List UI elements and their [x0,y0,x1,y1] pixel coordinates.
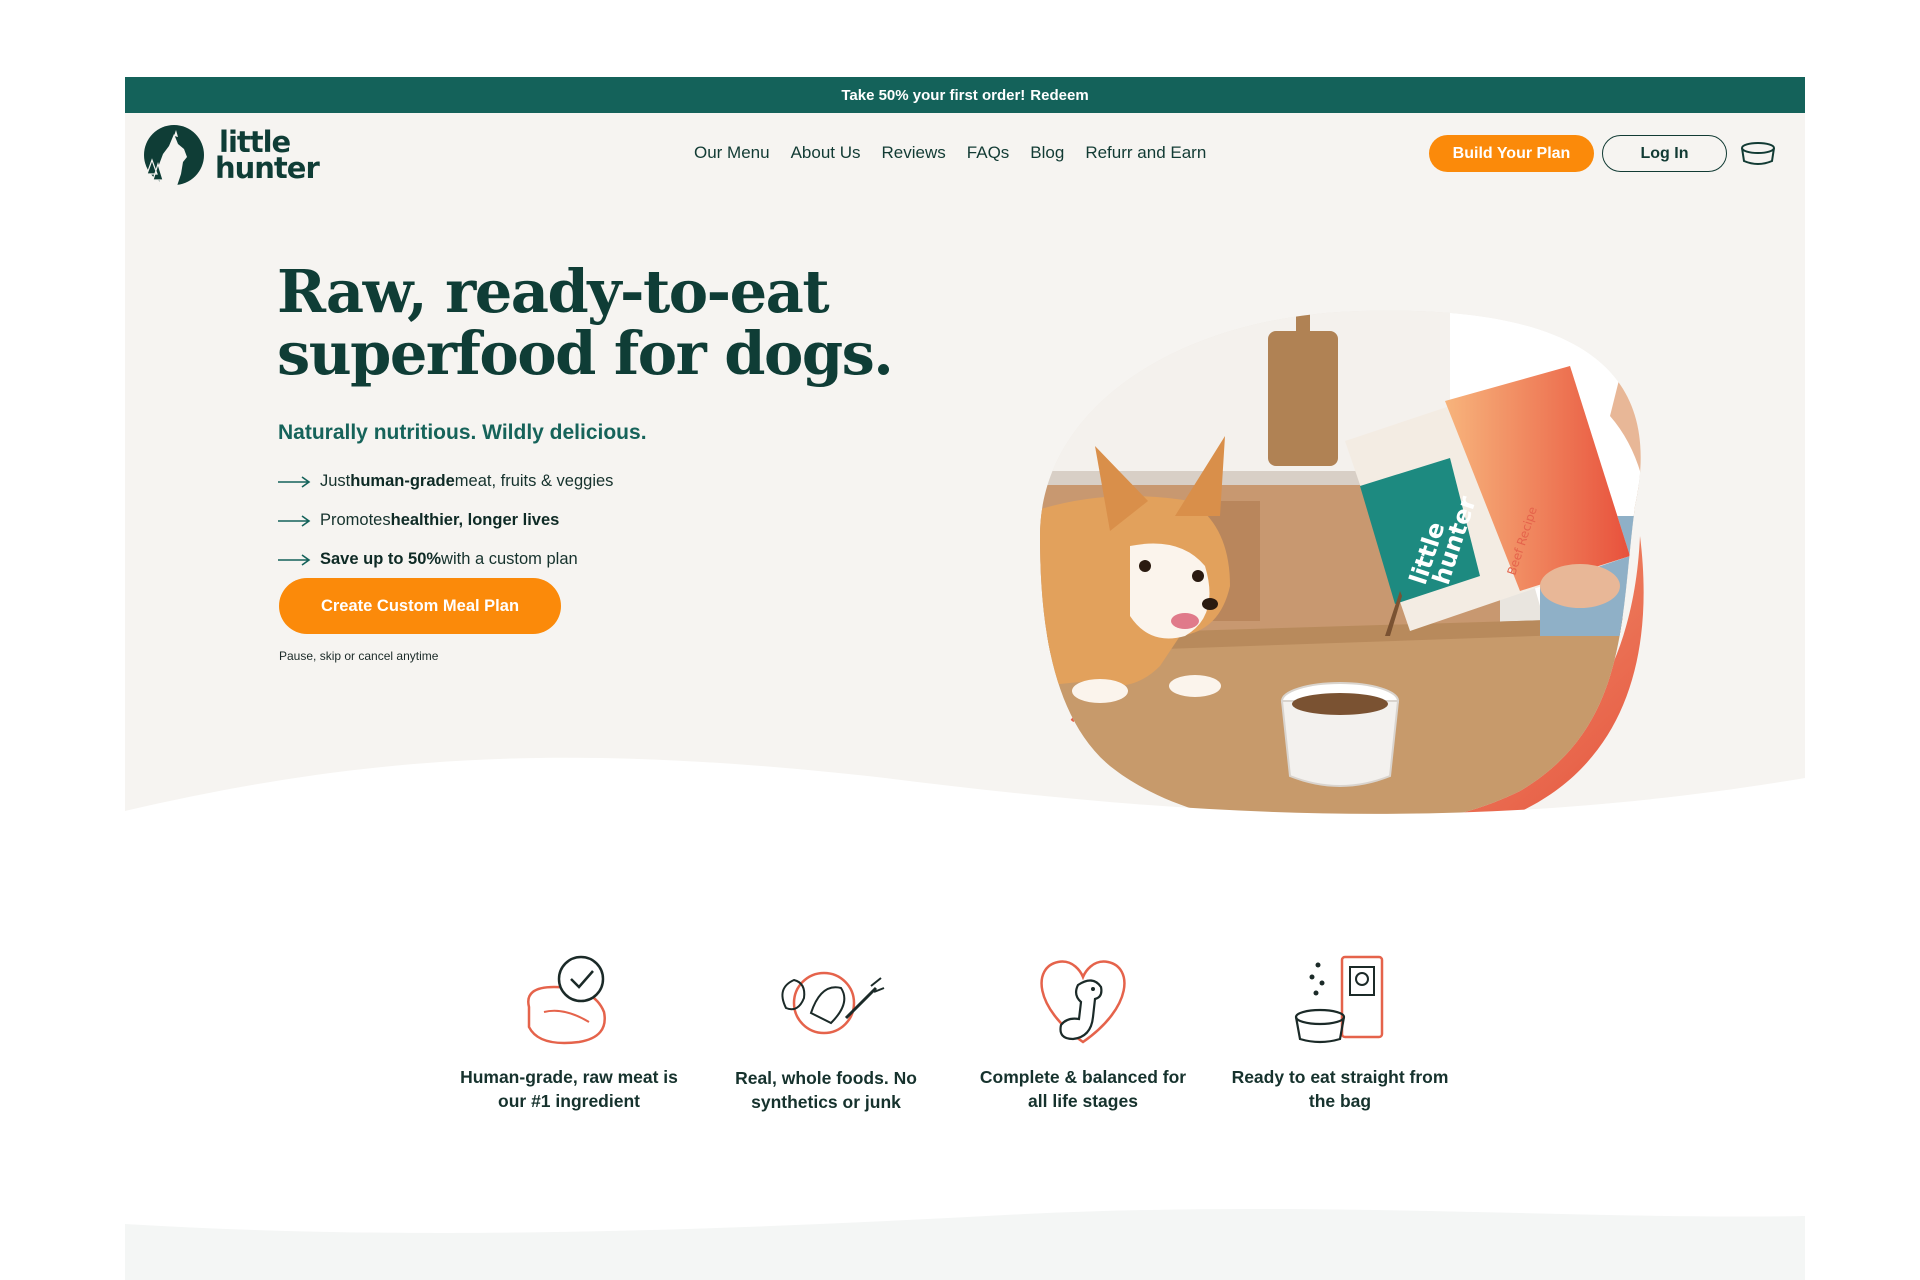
benefit-item: Promotes healthier, longer lives [277,501,613,540]
nav-about-us[interactable]: About Us [791,143,861,163]
build-your-plan-button[interactable]: Build Your Plan [1429,135,1594,172]
nav-reviews[interactable]: Reviews [882,143,946,163]
log-in-button[interactable]: Log In [1602,135,1727,172]
features-section: Human-grade, raw meat is our #1 ingredie… [454,947,1504,1167]
nav-our-menu[interactable]: Our Menu [694,143,770,163]
nav-blog[interactable]: Blog [1030,143,1064,163]
announcement-text: Take 50% your first order! [841,86,1026,104]
feature-caption: Human-grade, raw meat is our #1 ingredie… [460,1067,678,1111]
benefit-item: Just human-grade meat, fruits & veggies [277,462,613,501]
main-nav: Our Menu About Us Reviews FAQs Blog Refu… [694,143,1227,163]
feature-item: Human-grade, raw meat is our #1 ingredie… [454,947,684,1113]
announcement-bar: Take 50% your first order! Redeem [125,77,1805,113]
redeem-link[interactable]: Redeem [1030,87,1088,104]
create-meal-plan-button[interactable]: Create Custom Meal Plan [279,578,561,634]
dog-heart-icon [1040,960,1126,1044]
feature-caption: Ready to eat straight from the bag [1231,1067,1449,1111]
brand-logo[interactable]: little hunter [143,123,328,187]
feature-item: Complete & balanced for all life stages [968,947,1198,1113]
hero-section: little hunter Our Menu About Us Reviews … [125,113,1805,893]
arrow-right-icon [278,514,311,527]
hero-subheadline: Naturally nutritious. Wildly delicious. [278,421,647,444]
feature-item: Real, whole foods. No synthetics or junk [711,958,941,1114]
nav-refurr-and-earn[interactable]: Refurr and Earn [1085,143,1206,163]
bag-and-bowl-icon [1294,955,1384,1044]
wolf-moon-logo-icon [144,125,204,186]
hero-wave-divider [125,757,1805,893]
benefit-list: Just human-grade meat, fruits & veggies … [277,462,613,579]
nav-faqs[interactable]: FAQs [967,143,1010,163]
brand-wordmark: little hunter [215,124,320,185]
whole-foods-icon [781,971,885,1035]
benefit-item: Save up to 50% with a custom plan [277,540,613,579]
hero-headline: Raw, ready-to-eat superfood for dogs. [277,257,894,388]
arrow-right-icon [278,553,311,566]
arrow-right-icon [278,475,311,488]
cta-note: Pause, skip or cancel anytime [279,649,439,663]
feature-item: Ready to eat straight from the bag [1225,947,1455,1113]
feature-caption: Real, whole foods. No synthetics or junk [735,1068,917,1112]
feature-caption: Complete & balanced for all life stages [979,1067,1187,1111]
cart-bowl-icon[interactable] [1739,139,1777,169]
raw-meat-badge-icon [527,955,606,1045]
page-frame: Take 50% your first order! Redeem little… [125,77,1805,1280]
bottom-wave-divider [125,1208,1805,1280]
